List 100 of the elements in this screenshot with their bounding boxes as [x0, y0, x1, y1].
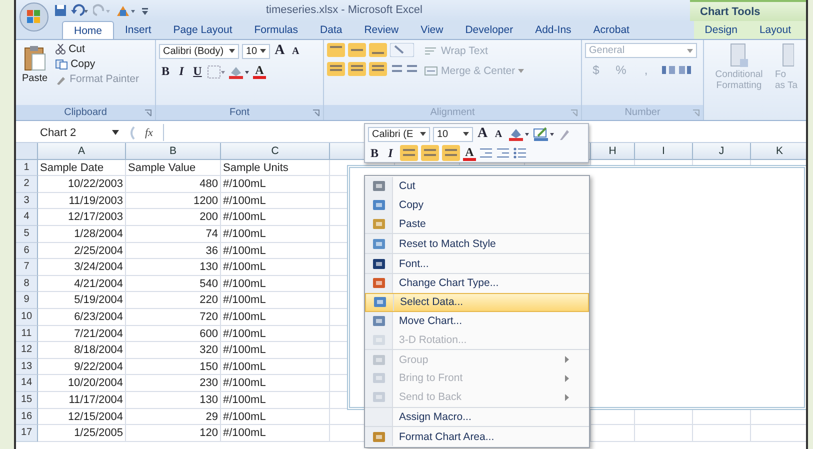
format-painter-icon[interactable]	[558, 127, 570, 141]
grow-font-button[interactable]: A	[476, 126, 489, 142]
row-header[interactable]: 8	[16, 276, 38, 292]
column-header[interactable]: A	[38, 143, 126, 160]
column-header[interactable]: J	[693, 143, 751, 160]
underline-button[interactable]: U	[191, 64, 204, 79]
menu-item[interactable]: Cut	[365, 177, 589, 196]
font-color-button[interactable]: A	[463, 146, 476, 160]
font-name-dropdown[interactable]: Calibri (Body)	[159, 44, 239, 58]
column-header[interactable]: K	[751, 143, 806, 160]
ribbon-tab[interactable]: Acrobat	[582, 21, 640, 39]
save-icon[interactable]	[54, 4, 67, 17]
table-cell: 6/23/2004	[38, 308, 126, 326]
font-color-button[interactable]: A	[253, 64, 266, 79]
paste-button[interactable]: Paste	[19, 43, 51, 105]
bold-button[interactable]: B	[368, 146, 381, 160]
table-cell: #/100mL	[221, 392, 330, 408]
insert-function-button[interactable]: fx	[139, 126, 159, 138]
table-cell: 29	[126, 408, 221, 426]
font-name-dropdown[interactable]: Calibri (E	[368, 126, 430, 142]
ribbon-tab[interactable]: Layout	[748, 21, 802, 39]
ribbon-tab[interactable]: View	[410, 21, 454, 39]
ribbon-tab[interactable]: Developer	[454, 21, 524, 39]
menu-item[interactable]: Format Chart Area...	[365, 427, 589, 446]
row-header[interactable]: 17	[16, 425, 38, 442]
submenu-arrow-icon	[565, 394, 569, 401]
column-header[interactable]: H	[591, 143, 635, 160]
customize-toolbar-icon[interactable]	[141, 6, 149, 16]
bold-button[interactable]: B	[159, 64, 172, 79]
table-cell: 1/25/2005	[38, 425, 126, 442]
ribbon-tab[interactable]: Page Layout	[162, 21, 244, 39]
menu-item[interactable]: Font...	[365, 254, 589, 274]
row-header[interactable]: 4	[16, 209, 38, 226]
row-header[interactable]: 1	[16, 160, 38, 176]
table-cell	[693, 425, 751, 442]
table-cell: 130	[126, 392, 221, 408]
undo-icon[interactable]	[71, 4, 89, 17]
ribbon-tab[interactable]: Data	[309, 21, 354, 39]
table-cell: #/100mL	[221, 192, 330, 210]
font-size-dropdown[interactable]: 10	[433, 126, 473, 142]
ribbon-tab[interactable]: Design	[694, 21, 748, 39]
ribbon-tab[interactable]: Formulas	[243, 21, 310, 39]
menu-item[interactable]: Paste	[365, 214, 589, 234]
row-header[interactable]: 3	[16, 192, 38, 210]
fill-color-icon[interactable]	[228, 64, 250, 78]
name-box[interactable]: Chart 2	[16, 126, 108, 138]
increase-indent-icon[interactable]	[496, 147, 510, 159]
border-icon[interactable]	[207, 64, 225, 78]
line-color-icon[interactable]	[533, 127, 555, 141]
grow-font-button[interactable]: A	[273, 43, 286, 59]
fill-color-icon[interactable]	[508, 127, 530, 141]
table-cell: #/100mL	[221, 176, 330, 193]
dropdown-arrow-icon[interactable]	[112, 130, 119, 135]
chart-wizard-icon[interactable]	[115, 4, 137, 18]
row-header[interactable]: 6	[16, 242, 38, 260]
group-icon	[372, 352, 386, 367]
row-header[interactable]: 7	[16, 259, 38, 276]
decrease-indent-icon[interactable]	[479, 147, 493, 159]
row-header[interactable]: 10	[16, 308, 38, 326]
column-header[interactable]: B	[126, 143, 221, 160]
copy-button[interactable]: Copy	[54, 58, 140, 70]
row-header[interactable]: 12	[16, 342, 38, 359]
column-header[interactable]: I	[635, 143, 693, 160]
italic-button[interactable]: I	[175, 64, 188, 79]
row-header[interactable]: 5	[16, 226, 38, 243]
shrink-font-button[interactable]: A	[289, 46, 302, 56]
font-size-dropdown[interactable]: 10	[242, 44, 270, 58]
menu-item[interactable]: Assign Macro...	[365, 408, 589, 428]
ribbon-tab[interactable]: Home	[62, 21, 114, 39]
cut-button[interactable]: Cut	[54, 43, 140, 55]
submenu-arrow-icon	[565, 374, 569, 382]
shrink-font-button[interactable]: A	[492, 128, 505, 140]
bullets-icon[interactable]	[513, 147, 527, 159]
dialog-launcher-icon[interactable]	[144, 109, 152, 117]
menu-item[interactable]: Move Chart...	[365, 312, 589, 330]
align-icon[interactable]	[421, 145, 439, 161]
ribbon-tab[interactable]: Insert	[114, 21, 162, 39]
column-header[interactable]: C	[221, 143, 330, 160]
group-label: Font	[229, 107, 250, 118]
dialog-launcher-icon[interactable]	[312, 109, 320, 117]
italic-button[interactable]: I	[384, 146, 397, 160]
row-header[interactable]: 13	[16, 358, 38, 376]
table-cell: 540	[126, 276, 221, 292]
row-header[interactable]: 16	[16, 408, 38, 426]
select-all-corner[interactable]	[16, 143, 38, 160]
align-icon[interactable]	[442, 145, 460, 161]
row-header[interactable]: 2	[16, 176, 38, 193]
menu-item[interactable]: Change Chart Type...	[365, 274, 589, 293]
row-header[interactable]: 9	[16, 292, 38, 309]
table-cell: #/100mL	[221, 292, 330, 309]
menu-item[interactable]: Copy	[365, 196, 589, 215]
align-icon[interactable]	[400, 145, 418, 161]
ribbon-tab[interactable]: Add-Ins	[524, 21, 582, 39]
row-header[interactable]: 15	[16, 392, 38, 408]
menu-item[interactable]: Reset to Match Style	[365, 234, 589, 254]
row-header[interactable]: 11	[16, 326, 38, 342]
row-header[interactable]: 14	[16, 375, 38, 392]
ribbon-tab[interactable]: Review	[353, 21, 410, 39]
menu-item[interactable]: Select Data...	[365, 292, 589, 312]
splitter-icon	[129, 126, 135, 140]
